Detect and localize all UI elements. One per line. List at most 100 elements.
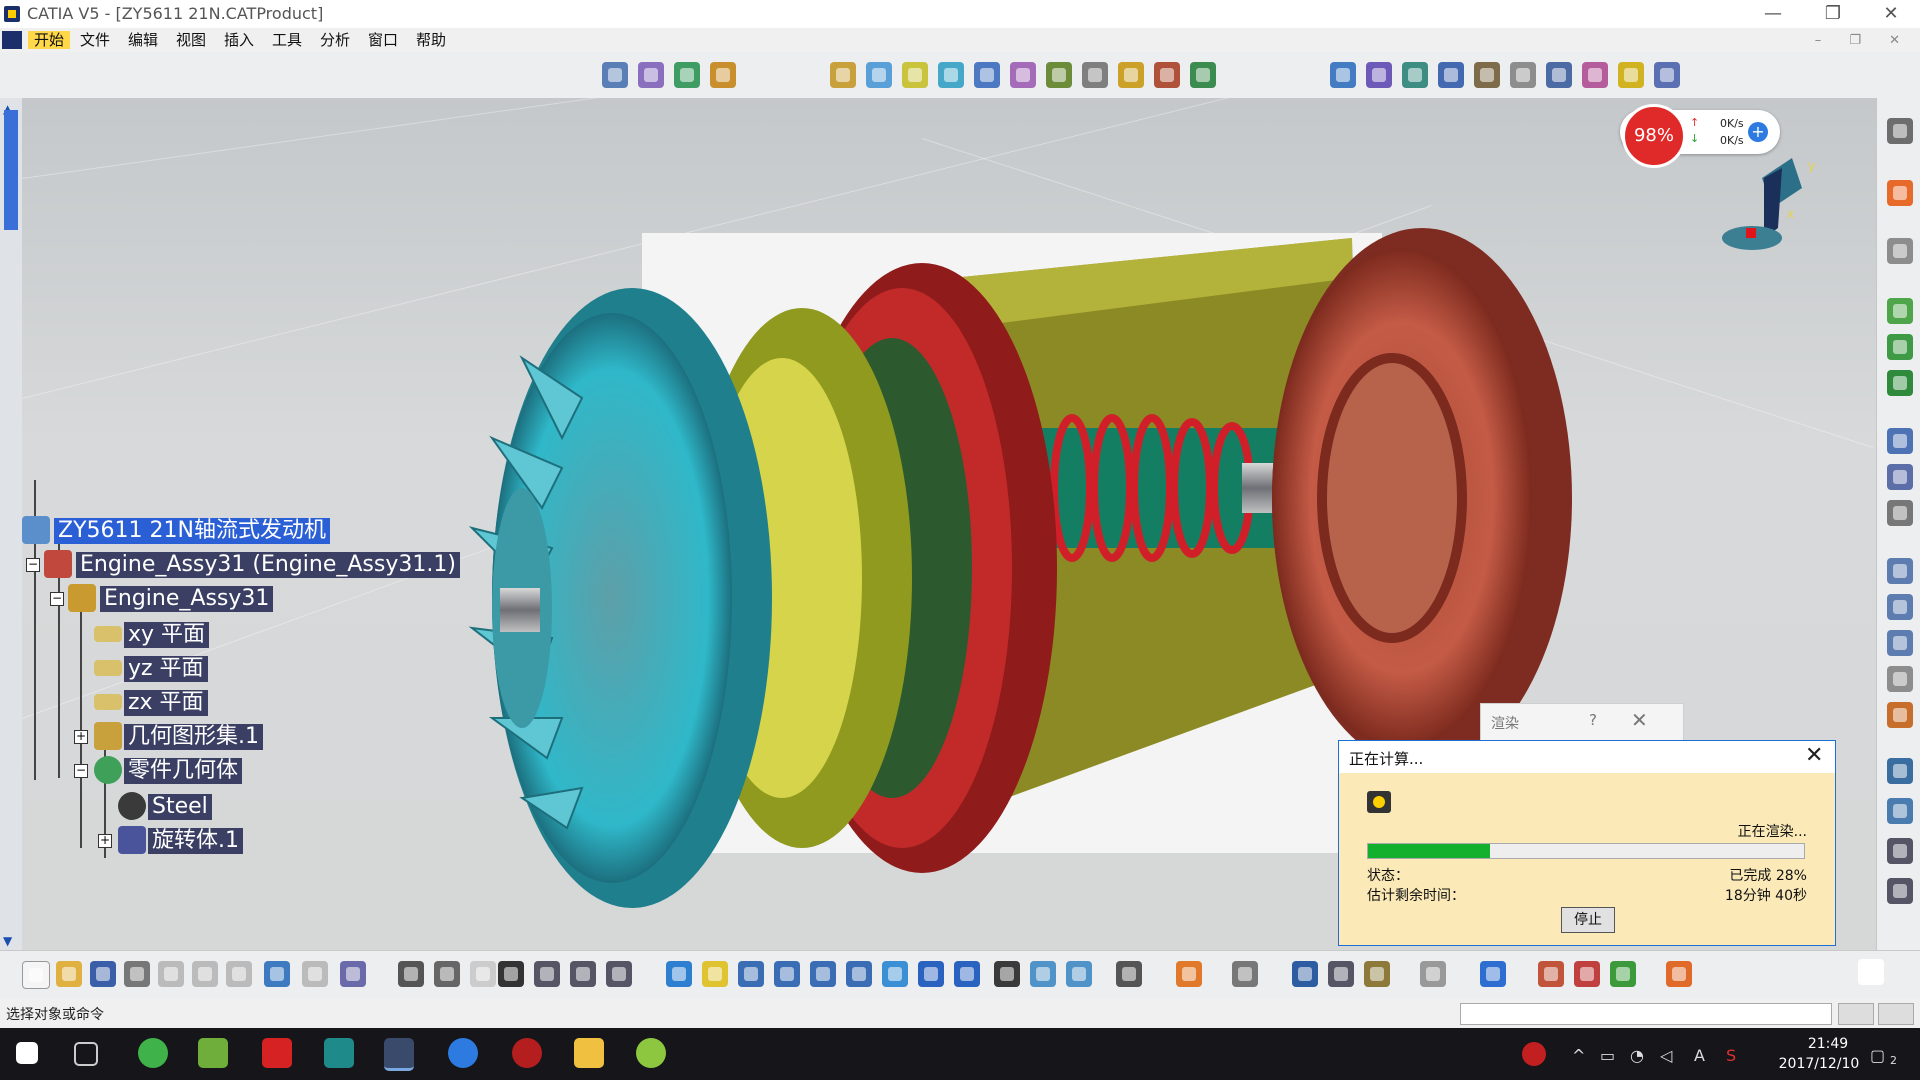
open-folder-icon[interactable] (56, 961, 82, 987)
product-structure-icon[interactable] (602, 62, 628, 88)
tree-plane-zx-label[interactable]: zx 平面 (124, 690, 208, 716)
paste-icon[interactable] (226, 961, 252, 987)
cut-icon[interactable] (158, 961, 184, 987)
status-camera-icon[interactable] (1878, 1003, 1914, 1025)
minimize-button[interactable]: — (1750, 0, 1796, 28)
green-app-taskbar-icon[interactable] (636, 1038, 666, 1068)
render-shooting-icon[interactable] (1574, 961, 1600, 987)
editor-taskbar-icon[interactable] (324, 1038, 354, 1068)
manipulate-icon[interactable] (710, 62, 736, 88)
render-image-icon[interactable] (866, 62, 892, 88)
annotation-icon[interactable] (1887, 558, 1913, 584)
eraser-icon[interactable] (1480, 961, 1506, 987)
light-icon[interactable] (938, 62, 964, 88)
document-window-buttons[interactable]: – ❐ ✕ (1815, 33, 1912, 48)
report-icon[interactable] (1887, 878, 1913, 904)
update-icon[interactable] (1618, 62, 1644, 88)
render-catalog-icon[interactable] (1610, 961, 1636, 987)
publish-icon[interactable] (1887, 702, 1913, 728)
compass-widget[interactable]: y x (1692, 138, 1832, 268)
sectioning-icon[interactable] (1328, 961, 1354, 987)
new-document-icon[interactable] (22, 961, 50, 989)
tools-icon[interactable] (1887, 238, 1913, 264)
shading-icon[interactable] (994, 961, 1020, 987)
app-taskbar-icon[interactable] (198, 1038, 228, 1068)
status-stop-icon[interactable] (1838, 1003, 1874, 1025)
text-abc-icon[interactable] (1887, 594, 1913, 620)
move-icon[interactable] (1402, 62, 1428, 88)
multi-view-icon[interactable] (918, 961, 944, 987)
update-all-icon[interactable] (1420, 961, 1446, 987)
notification-icon[interactable]: ▢ (1870, 1046, 1885, 1065)
graph-tree-icon[interactable] (1887, 464, 1913, 490)
menu-start[interactable]: 开始 (28, 31, 71, 49)
tray-chevron-icon[interactable]: ^ (1572, 1046, 1585, 1065)
memory-percent-badge[interactable]: 98% (1622, 104, 1686, 168)
fix-icon[interactable] (1474, 62, 1500, 88)
video-icon[interactable] (1154, 62, 1180, 88)
tray-app-icon[interactable] (1522, 1042, 1546, 1066)
print-icon[interactable] (124, 961, 150, 987)
collapse-toggle[interactable]: − (26, 558, 40, 572)
expand-toggle[interactable]: + (74, 730, 88, 744)
tree-body-label[interactable]: 零件几何体 (124, 758, 243, 784)
scene-icon[interactable] (902, 62, 928, 88)
battery-icon[interactable]: ▭ (1600, 1046, 1615, 1065)
knowledge-icon[interactable] (470, 961, 496, 987)
tree-plane-yz-label[interactable]: yz 平面 (124, 656, 208, 682)
catia-taskbar-icon[interactable] (384, 1038, 414, 1071)
explode-icon[interactable] (674, 62, 700, 88)
section-icon[interactable] (1546, 62, 1572, 88)
tree-plane-xy-label[interactable]: xy 平面 (124, 622, 210, 648)
rotate-icon[interactable] (774, 961, 800, 987)
clock-time[interactable]: 21:49 (1788, 1036, 1868, 1052)
close-window-button[interactable]: ✕ (1868, 0, 1914, 28)
menu-file[interactable]: 文件 (74, 31, 116, 49)
table-icon[interactable] (498, 961, 524, 987)
grid-icon[interactable] (1666, 961, 1692, 987)
menu-analysis[interactable]: 分析 (314, 31, 356, 49)
distance-icon[interactable] (1292, 961, 1318, 987)
document-icon[interactable] (1887, 838, 1913, 864)
windows-start-icon[interactable] (16, 1042, 38, 1064)
apply-material-icon[interactable] (830, 62, 856, 88)
links-icon[interactable] (534, 961, 560, 987)
swap-space-icon[interactable] (1066, 961, 1092, 987)
menu-insert[interactable]: 插入 (218, 31, 260, 49)
menu-help[interactable]: 帮助 (410, 31, 452, 49)
view-icon[interactable] (1887, 666, 1913, 692)
snap-icon[interactable] (1438, 62, 1464, 88)
restore-button[interactable]: ❐ (1810, 0, 1856, 28)
normal-view-icon[interactable] (882, 961, 908, 987)
collapse-toggle[interactable]: − (50, 592, 64, 606)
volume-icon[interactable]: ◁ (1660, 1046, 1672, 1065)
catia-menu-icon[interactable] (2, 31, 22, 49)
acrobat-taskbar-icon[interactable] (262, 1038, 292, 1068)
hide-show-icon[interactable] (1030, 961, 1056, 987)
settings-gear-icon[interactable] (1887, 118, 1913, 144)
measure-between-icon[interactable] (1116, 961, 1142, 987)
file-explorer-taskbar-icon[interactable] (574, 1038, 604, 1068)
fit-all-icon[interactable] (702, 961, 728, 987)
render-help-button[interactable]: ? (1589, 711, 1597, 729)
menu-edit[interactable]: 编辑 (122, 31, 164, 49)
whats-this-icon[interactable] (340, 961, 366, 987)
zoom-in-icon[interactable] (810, 961, 836, 987)
red-app-taskbar-icon[interactable] (512, 1038, 542, 1068)
ime-indicator[interactable]: A (1694, 1046, 1705, 1065)
measure-icon[interactable] (1510, 62, 1536, 88)
copy-icon[interactable] (192, 961, 218, 987)
camera-icon[interactable] (974, 62, 1000, 88)
tree-root-label[interactable]: ZY5611 21N轴流式发动机 (54, 518, 330, 544)
tree-material-label[interactable]: Steel (148, 794, 212, 820)
simulation-icon[interactable] (1232, 961, 1258, 987)
tree-geom-set-label[interactable]: 几何图形集.1 (124, 724, 263, 750)
save-icon[interactable] (90, 961, 116, 987)
lock-icon[interactable] (570, 961, 596, 987)
undo-icon[interactable] (264, 961, 290, 987)
fly-mode-icon[interactable] (666, 961, 692, 987)
wifi-icon[interactable]: ◔ (1630, 1046, 1644, 1065)
sogou-icon[interactable]: S (1726, 1046, 1736, 1065)
catalog-icon[interactable] (1118, 62, 1144, 88)
environment-icon[interactable] (1046, 62, 1072, 88)
